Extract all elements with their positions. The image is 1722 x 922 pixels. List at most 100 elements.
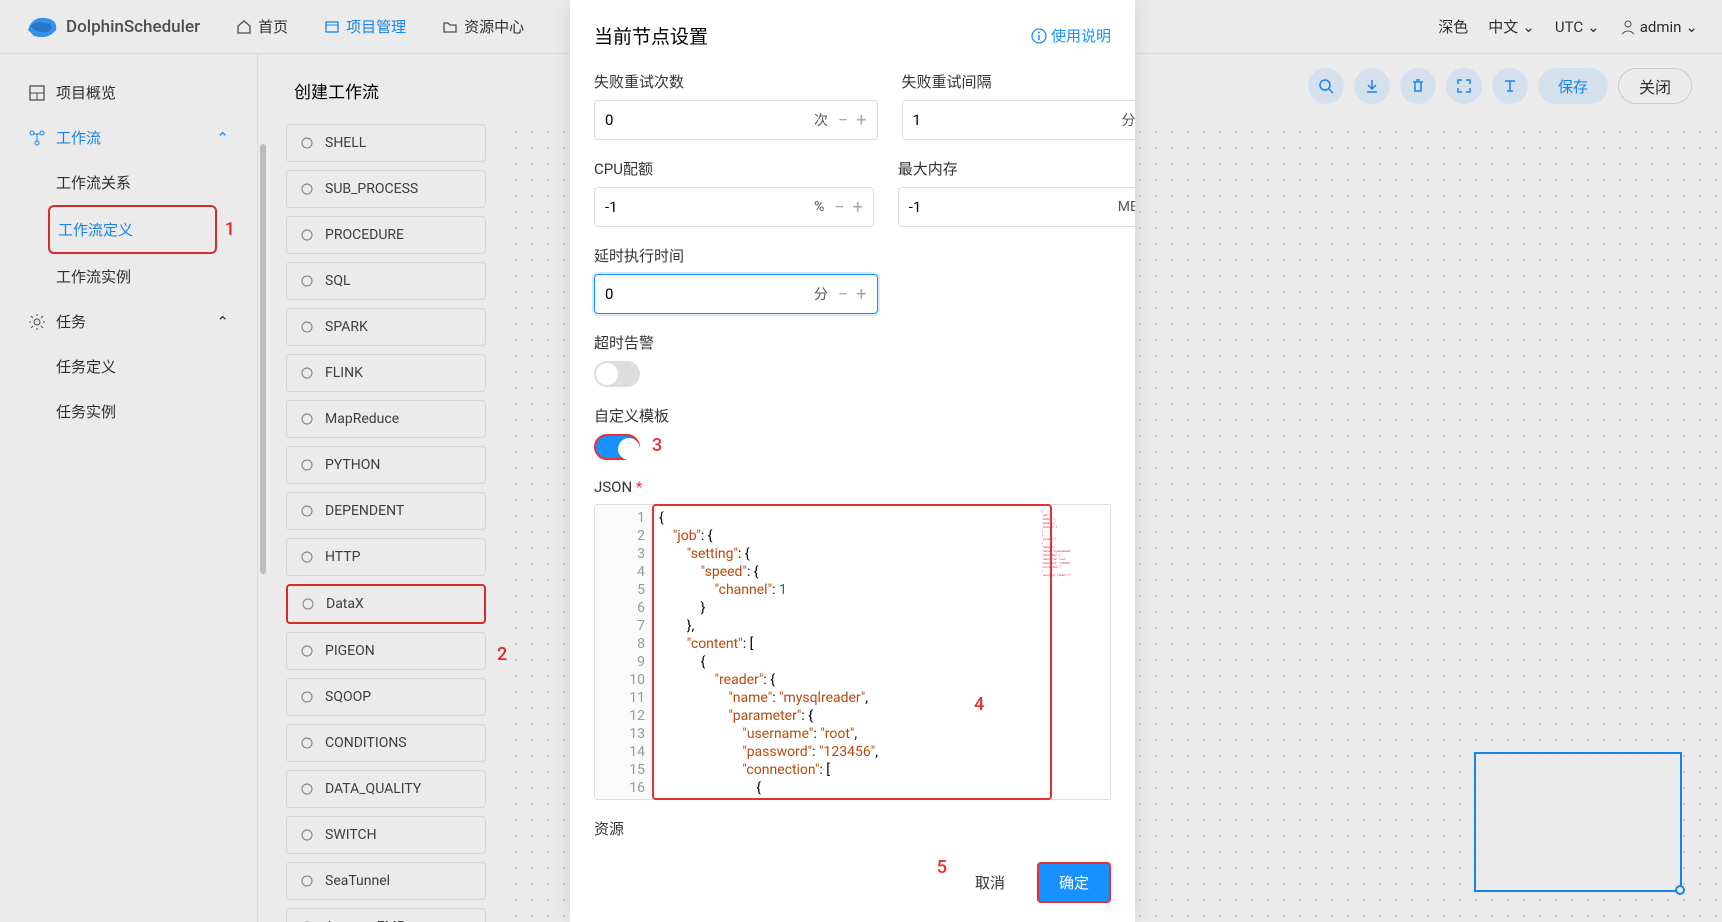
nav-resource[interactable]: 资源中心 [442,16,524,37]
palette-item-python[interactable]: PYTHON [286,446,486,484]
side-task-instance[interactable]: 任务实例 [0,389,257,434]
task-type-icon [299,503,315,519]
minus-icon[interactable]: − [834,197,844,218]
label-cpu-quota: CPU配额 [594,158,874,179]
folder-icon [442,19,458,35]
scrollbar[interactable] [260,144,266,574]
project-icon [324,19,340,35]
max-memory-input[interactable]: MB −+ [898,187,1135,227]
palette-item-conditions[interactable]: CONDITIONS [286,724,486,762]
palette-item-sub_process[interactable]: SUB_PROCESS [286,170,486,208]
sidebar: 项目概览 工作流 ⌃ 工作流关系 工作流定义 1 工作流实例 任务 ⌃ 任务定义… [0,54,258,922]
side-task-definition[interactable]: 任务定义 [0,344,257,389]
retry-times-input[interactable]: 次 −+ [594,100,878,140]
minimap-resize-handle[interactable] [1675,885,1685,895]
retry-interval-input[interactable]: 分 −+ [902,100,1135,140]
nav-home[interactable]: 首页 [236,16,288,37]
annotation-4: 4 [974,694,984,715]
minimap[interactable] [1474,752,1682,892]
annotation-3: 3 [652,435,662,456]
code-body[interactable]: { "job": { "setting": { "speed": { "chan… [653,505,1038,799]
retry-times-field[interactable] [605,111,804,129]
user-icon [1620,19,1636,35]
palette-item-sql[interactable]: SQL [286,262,486,300]
side-workflow-relation[interactable]: 工作流关系 [0,160,257,205]
task-type-icon [299,735,315,751]
delay-field[interactable] [605,285,804,303]
task-type-icon [299,135,315,151]
palette-item-amazonemr[interactable]: AmazonEMR [286,908,486,922]
palette-item-datax[interactable]: DataX [286,584,486,624]
label-resource: 资源 [594,818,1111,839]
close-button[interactable]: 关闭 [1618,68,1692,104]
minus-icon[interactable]: − [838,110,848,131]
delay-input[interactable]: 分 −+ [594,274,878,314]
side-workflow-instance[interactable]: 工作流实例 [0,254,257,299]
search-button[interactable] [1308,68,1344,104]
help-link[interactable]: 使用说明 [1031,25,1111,46]
side-task[interactable]: 任务 ⌃ [0,299,257,344]
cpu-quota-field[interactable] [605,198,804,216]
confirm-button[interactable]: 确定 [1037,862,1111,903]
task-type-icon [299,181,315,197]
palette-item-switch[interactable]: SWITCH [286,816,486,854]
overview-icon [28,84,46,102]
fullscreen-button[interactable] [1446,68,1482,104]
palette-item-mapreduce[interactable]: MapReduce [286,400,486,438]
theme-switch[interactable]: 深色 [1438,16,1468,37]
retry-interval-field[interactable] [913,111,1112,129]
cancel-button[interactable]: 取消 [955,864,1025,901]
palette-item-dependent[interactable]: DEPENDENT [286,492,486,530]
lang-select[interactable]: 中文 ⌄ [1488,16,1535,37]
delete-button[interactable] [1400,68,1436,104]
task-type-icon [299,873,315,889]
format-button[interactable] [1492,68,1528,104]
nav-project[interactable]: 项目管理 [324,16,406,37]
side-overview[interactable]: 项目概览 [0,70,257,115]
palette-item-pigeon[interactable]: PIGEON [286,632,486,670]
trash-icon [1410,78,1426,94]
annotation-2: 2 [497,644,507,665]
label-max-memory: 最大内存 [898,158,1135,179]
task-type-icon [299,689,315,705]
json-editor[interactable]: 1234567891011121314151617 { "job": { "se… [594,504,1111,800]
custom-template-toggle[interactable] [594,434,640,460]
chevron-down-icon: ⌄ [1587,18,1600,36]
user-menu[interactable]: admin ⌄ [1620,18,1698,36]
palette-item-spark[interactable]: SPARK [286,308,486,346]
palette-item-http[interactable]: HTTP [286,538,486,576]
palette-item-data_quality[interactable]: DATA_QUALITY [286,770,486,808]
save-button[interactable]: 保存 [1538,68,1608,104]
palette-item-flink[interactable]: FLINK [286,354,486,392]
download-button[interactable] [1354,68,1390,104]
tz-select[interactable]: UTC ⌄ [1555,18,1600,36]
modal-title: 当前节点设置 [594,22,1031,49]
workflow-icon [28,129,46,147]
plus-icon[interactable]: + [856,284,866,305]
annotation-5: 5 [937,857,947,878]
plus-icon[interactable]: + [856,110,866,131]
line-gutter: 1234567891011121314151617 [595,505,653,799]
max-memory-field[interactable] [909,198,1108,216]
palette-item-shell[interactable]: SHELL [286,124,486,162]
chevron-up-icon: ⌃ [216,129,229,147]
dolphin-icon [24,12,60,42]
cpu-quota-input[interactable]: % −+ [594,187,874,227]
plus-icon[interactable]: + [853,197,863,218]
app-logo[interactable]: DolphinScheduler [24,12,200,42]
label-custom-template: 自定义模板 [594,405,1111,426]
side-workflow-definition[interactable]: 工作流定义 [48,205,217,254]
palette-item-sqoop[interactable]: SQOOP [286,678,486,716]
toolbar: 保存 关闭 [1308,68,1692,104]
home-icon [236,19,252,35]
chevron-down-icon: ⌄ [1685,18,1698,36]
side-workflow[interactable]: 工作流 ⌃ [0,115,257,160]
palette-item-seatunnel[interactable]: SeaTunnel [286,862,486,900]
timeout-alarm-toggle[interactable] [594,361,640,387]
code-minimap[interactable]: { "job": { "setting": { "speed": { "chan… [1038,505,1110,799]
format-icon [1502,78,1518,94]
minus-icon[interactable]: − [838,284,848,305]
task-palette: SHELL SUB_PROCESS PROCEDURE SQL SPARK FLINK Ma… [286,124,486,922]
palette-item-procedure[interactable]: PROCEDURE [286,216,486,254]
label-delay: 延时执行时间 [594,245,878,266]
